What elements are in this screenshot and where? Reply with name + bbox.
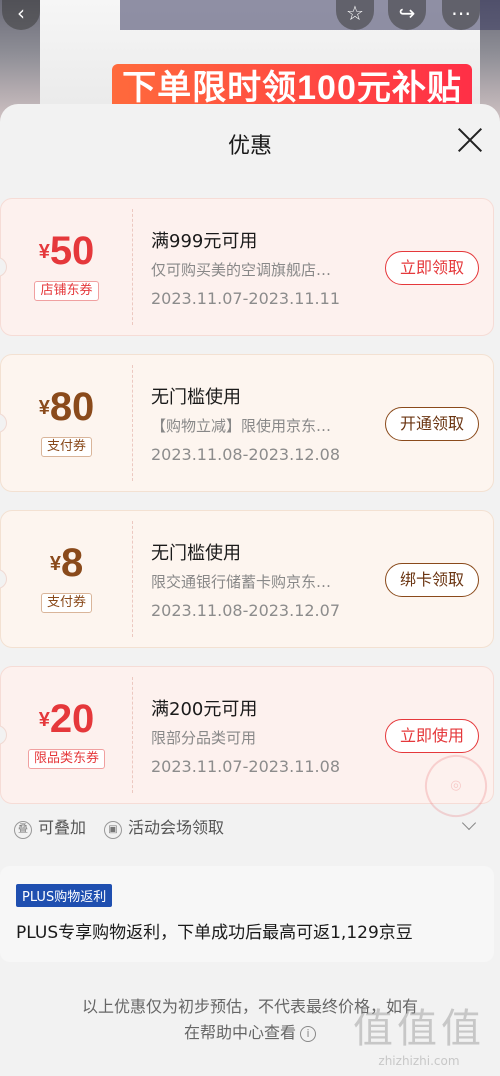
coupon-tag: 店铺东券: [1, 279, 132, 301]
coupon-title: 满999元可用: [151, 231, 258, 252]
coupon-amount: ¥50: [38, 229, 95, 273]
coupon-title: 满200元可用: [151, 699, 258, 720]
watermark-text: zhizhizhi.com: [378, 1054, 460, 1068]
plus-rebate-card: PLUS购物返利 PLUS专享购物返利，下单成功后最高可返1,129京豆: [0, 866, 494, 962]
coupon-title: 无门槛使用: [151, 543, 241, 564]
chevron-down-icon[interactable]: [461, 815, 477, 831]
plus-badge: PLUS购物返利: [16, 884, 113, 907]
coupon-amount: ¥8: [49, 541, 84, 585]
coupon-tag: 支付券: [1, 435, 132, 457]
back-button[interactable]: ‹: [2, 0, 40, 30]
coupon-date: 2023.11.07-2023.11.11: [151, 289, 340, 308]
watermark-logo: 值值值: [353, 1006, 485, 1052]
claim-button[interactable]: 立即领取: [385, 251, 479, 285]
coupon-amount: ¥80: [38, 385, 95, 429]
more-dots-icon: ⋯: [451, 1, 471, 25]
coupon-date: 2023.11.08-2023.12.07: [151, 601, 340, 620]
stackable-label: 叠可叠加: [14, 814, 86, 839]
venue-label: ▣ 活动会场领取: [104, 814, 224, 839]
chevron-left-icon: ‹: [17, 1, 25, 25]
watermark: 值值值 zhizhizhi.com: [344, 1004, 494, 1068]
coupon-date: 2023.11.07-2023.11.08: [151, 757, 340, 776]
close-icon[interactable]: [456, 126, 484, 154]
coupon-desc: 限部分品类可用: [151, 729, 257, 747]
coupon-divider: [132, 521, 133, 637]
sheet-title: 优惠: [227, 134, 272, 159]
coupon-card: ¥20 限品类东券 满200元可用 限部分品类可用 2023.11.07-202…: [0, 666, 496, 826]
use-now-button[interactable]: 立即使用: [385, 719, 479, 753]
share-icon: ↪: [398, 1, 416, 25]
stack-icon: 叠: [14, 821, 32, 839]
coupon-desc: 仅可购买美的空调旗舰店…: [151, 261, 332, 279]
coupon-tag: 限品类东券: [1, 747, 132, 769]
coupon-date: 2023.11.08-2023.12.08: [151, 445, 340, 464]
venue-icon: ▣: [104, 821, 122, 839]
coupon-desc: 限交通银行储蓄卡购京东…: [151, 573, 332, 591]
coupon-tag: 支付券: [1, 591, 132, 613]
coupon-divider: [132, 209, 133, 325]
coupon-desc: 【购物立减】限使用京东…: [151, 417, 332, 435]
coupon-amount: ¥20: [38, 697, 95, 741]
coupon-card: ¥8 支付券 无门槛使用 限交通银行储蓄卡购京东… 2023.11.08-202…: [0, 510, 494, 648]
coupon-options-row: 叠可叠加 ▣ 活动会场领取: [0, 806, 494, 844]
coupon-card: ¥80 支付券 无门槛使用 【购物立减】限使用京东… 2023.11.08-20…: [0, 354, 494, 492]
info-icon: i: [300, 1026, 316, 1042]
star-outline-icon: ☆: [346, 1, 364, 25]
activate-claim-button[interactable]: 开通领取: [385, 407, 479, 441]
coupon-divider: [132, 365, 133, 481]
bind-card-claim-button[interactable]: 绑卡领取: [385, 563, 479, 597]
coupon-title: 无门槛使用: [151, 387, 241, 408]
coupon-divider: [132, 677, 133, 793]
coupon-card: ¥50 店铺东券 满999元可用 仅可购买美的空调旗舰店… 2023.11.07…: [0, 198, 494, 336]
sheet-header: 优惠: [0, 104, 500, 180]
plus-rebate-text: PLUS专享购物返利，下单成功后最高可返1,129京豆: [16, 923, 413, 943]
